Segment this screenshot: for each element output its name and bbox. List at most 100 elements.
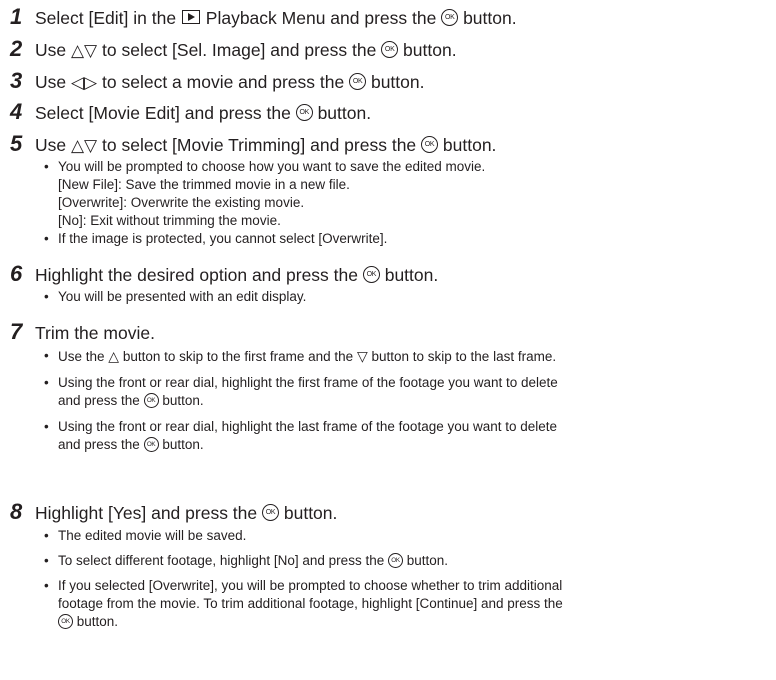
step-text: Select [Movie Edit] and press the OK but… (35, 102, 371, 124)
ok-button-icon: OK (349, 72, 367, 90)
bullet-dot: • (44, 348, 49, 363)
bullet-item: • If you selected [Overwrite], you will … (44, 577, 563, 595)
bullet-item: • To select different footage, highlight… (44, 552, 563, 570)
bullet-dot: • (44, 231, 49, 246)
bullet-text: OK button. (44, 613, 563, 631)
bullet-dot: • (44, 289, 49, 304)
step-6-bullets: • You will be presented with an edit dis… (44, 288, 306, 306)
ok-button-icon: OK (381, 40, 399, 58)
bullet-text-part: and press the (58, 393, 144, 408)
up-down-arrow-icon: △▽ (70, 41, 98, 60)
step-number: 3 (10, 68, 23, 93)
bullet-text: Use the △ button to skip to the first fr… (58, 347, 558, 366)
bullet-dot: • (44, 375, 49, 390)
bullet-text-part: Use the (58, 349, 109, 364)
ok-button-icon: OK (441, 8, 459, 26)
step-text-part: button. (458, 8, 517, 28)
ok-button-icon: OK (387, 552, 403, 568)
playback-icon (181, 10, 200, 25)
bullet-text: If the image is protected, you cannot se… (58, 231, 388, 246)
step-text: Highlight the desired option and press t… (35, 264, 438, 286)
step-text-part: Use (35, 72, 71, 92)
step-text-part: to select a movie and press the (97, 72, 350, 92)
bullet-text: To select different footage, highlight [… (58, 552, 563, 570)
bullet-text-part: button. (158, 437, 204, 452)
step-text-part: Use (35, 40, 71, 60)
step-text-part: to select [Movie Trimming] and press the (97, 135, 422, 155)
step-text: Use △▽ to select [Sel. Image] and press … (35, 39, 457, 62)
instruction-page: 1 Select [Edit] in the Playback Menu and… (0, 0, 776, 680)
ok-button-icon: OK (262, 503, 279, 521)
step-text-part: button. (279, 503, 338, 523)
ok-button-icon: OK (421, 135, 439, 153)
bullet-text: If you selected [Overwrite], you will be… (58, 578, 563, 593)
step-text-part: button. (398, 40, 457, 60)
bullet-text: You will be presented with an edit displ… (58, 289, 307, 304)
bullet-text-part: button. (158, 393, 204, 408)
step-text-part: button. (379, 265, 439, 285)
step-text-part: button. (366, 72, 425, 92)
bullet-item: • You will be prompted to choose how you… (44, 158, 485, 176)
bullet-text-part: button. (73, 614, 119, 629)
bullet-text: and press the OK button. (44, 392, 558, 410)
bullet-text: footage from the movie. To trim addition… (58, 596, 563, 611)
step-5-bullets: • You will be prompted to choose how you… (44, 158, 485, 248)
step-text-part: Select [Movie Edit] and press the (35, 103, 296, 123)
bullet-dot: • (44, 528, 49, 543)
bullet-item: • The edited movie will be saved. (44, 527, 563, 545)
ok-button-icon: OK (143, 436, 159, 452)
left-right-arrow-icon: ◁▷ (70, 73, 98, 92)
step-8-bullets: • The edited movie will be saved. • To s… (44, 527, 563, 631)
step-text-part: Highlight [Yes] and press the (35, 503, 262, 523)
ok-button-icon: OK (143, 392, 159, 408)
step-text-part: Use (35, 135, 71, 155)
bullet-item: • Using the front or rear dial, highligh… (44, 418, 558, 436)
bullet-item: • You will be presented with an edit dis… (44, 288, 306, 306)
bullet-item: • Using the front or rear dial, highligh… (44, 374, 558, 392)
bullet-dot: • (44, 159, 49, 174)
step-text-part: to select [Sel. Image] and press the (97, 40, 382, 60)
bullet-text-part: and press the (58, 437, 144, 452)
up-arrow-icon: △ (108, 348, 120, 364)
bullet-text-part: button to skip to the first frame and th… (119, 349, 357, 364)
step-number: 7 (10, 319, 23, 344)
up-down-arrow-icon: △▽ (70, 136, 98, 155)
step-text-part: Highlight the desired option and press t… (35, 265, 363, 285)
step-number: 8 (10, 499, 23, 524)
bullet-text: [New File]: Save the trimmed movie in a … (58, 177, 350, 192)
step-number: 6 (10, 261, 23, 286)
bullet-item: • Use the △ button to skip to the first … (44, 347, 558, 366)
ok-button-icon: OK (295, 103, 313, 121)
bullet-dot: • (44, 553, 49, 568)
bullet-text: [No]: Exit without trimming the movie. (58, 213, 281, 228)
step-text-part: Select [Edit] in the (35, 8, 181, 28)
ok-button-icon: OK (362, 265, 380, 283)
step-text: Use ◁▷ to select a movie and press the O… (35, 71, 424, 94)
bullet-text: and press the OK button. (44, 436, 558, 454)
step-number: 1 (10, 4, 23, 29)
step-text-part: button. (312, 103, 372, 123)
step-text: Highlight [Yes] and press the OK button. (35, 502, 337, 524)
bullet-text-part: button. (402, 553, 449, 568)
step-7-bullets: • Use the △ button to skip to the first … (44, 347, 558, 454)
step-text: Use △▽ to select [Movie Trimming] and pr… (35, 134, 496, 157)
bullet-item: • If the image is protected, you cannot … (44, 230, 485, 248)
step-number: 2 (10, 36, 23, 61)
step-number: 5 (10, 131, 23, 156)
down-arrow-icon: ▽ (356, 348, 368, 364)
step-text-part: Playback Menu and press the (200, 8, 442, 28)
step-text-part: button. (438, 135, 497, 155)
bullet-text-part: button to skip to the last frame. (367, 349, 557, 364)
bullet-dot: • (44, 419, 49, 434)
step-text: Trim the movie. (35, 323, 155, 343)
bullet-text: [Overwrite]: Overwrite the existing movi… (58, 195, 305, 210)
bullet-text: Using the front or rear dial, highlight … (58, 375, 558, 390)
bullet-text: Using the front or rear dial, highlight … (58, 419, 558, 434)
ok-button-icon: OK (58, 613, 73, 629)
step-number: 4 (10, 99, 23, 124)
bullet-text: You will be prompted to choose how you w… (58, 159, 486, 174)
bullet-dot: • (44, 578, 49, 593)
bullet-text: The edited movie will be saved. (58, 528, 247, 543)
step-text: Select [Edit] in the Playback Menu and p… (35, 7, 517, 29)
bullet-text-part: To select different footage, highlight [… (58, 553, 388, 568)
